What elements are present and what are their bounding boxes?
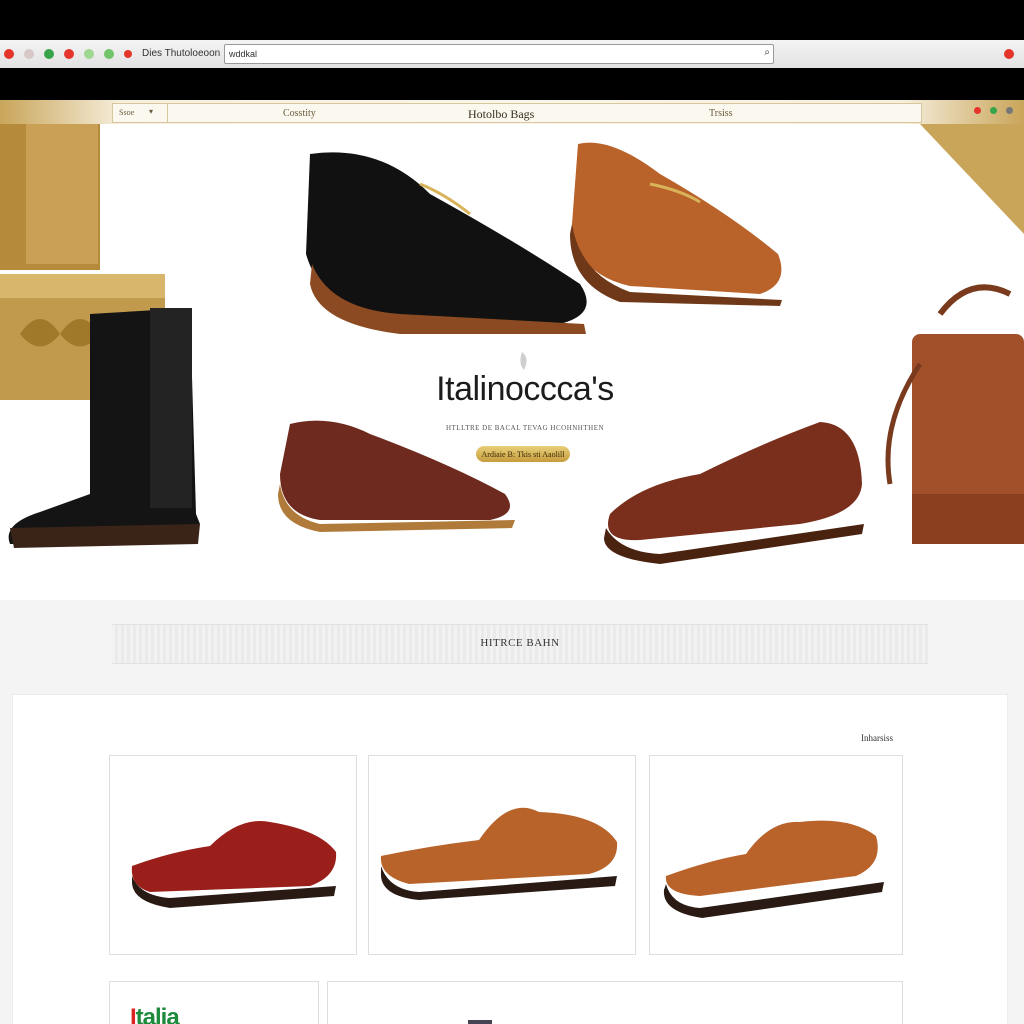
section-header: HITRCE BAHN xyxy=(112,624,928,664)
product-card[interactable] xyxy=(368,755,636,955)
web-page: Ssoe ▾ Cosstity Hotolbo Bags Trsiss Ital… xyxy=(0,100,1024,1024)
address-bar[interactable]: ⌕ xyxy=(224,44,774,64)
product-thumbnail xyxy=(468,1020,492,1024)
leather-handbag xyxy=(885,284,1024,544)
brand-name: Italinoccca's xyxy=(436,370,614,408)
site-nav-strip: Ssoe ▾ Cosstity Hotolbo Bags Trsiss xyxy=(0,100,1024,124)
tan-loafer-image xyxy=(380,807,618,900)
maximize-window-icon[interactable] xyxy=(44,49,54,59)
brand-tagline: HTLLTRE DE BACAL TEVAG HCOHNHTHEN xyxy=(445,424,605,432)
shop-now-button[interactable]: Ardiaie B: Tkis sti Aaolill xyxy=(476,446,570,462)
home-icon[interactable] xyxy=(124,50,132,58)
product-card[interactable] xyxy=(649,755,903,955)
black-band xyxy=(0,68,1024,100)
tan-loafer xyxy=(570,142,782,306)
nav-link-category[interactable]: Cosstity xyxy=(283,108,316,119)
cart-icon[interactable] xyxy=(1006,107,1013,114)
products-label[interactable]: Inharsiss xyxy=(861,733,893,743)
section-title: HITRCE BAHN xyxy=(480,637,560,649)
account-icon[interactable] xyxy=(990,107,997,114)
black-loafer xyxy=(306,152,587,334)
nav-divider xyxy=(167,104,168,122)
product-card[interactable] xyxy=(109,755,357,955)
back-icon[interactable] xyxy=(64,49,74,59)
nav-select[interactable]: Ssoe xyxy=(119,108,134,117)
tab-title[interactable]: Dies Thutoloeoon xyxy=(142,48,220,59)
menu-icon[interactable] xyxy=(1004,49,1014,59)
magnifier-icon[interactable]: ⌕ xyxy=(764,47,770,58)
top-black-bar xyxy=(0,0,1024,40)
brand-logo-card[interactable]: Italia xyxy=(109,981,319,1024)
minimize-window-icon[interactable] xyxy=(24,49,34,59)
gold-corner-decoration xyxy=(920,124,1024,234)
product-card[interactable] xyxy=(327,981,903,1024)
forward-icon[interactable] xyxy=(84,49,94,59)
mahogany-loafer xyxy=(604,422,864,564)
site-nav: Ssoe ▾ Cosstity Hotolbo Bags Trsiss xyxy=(112,103,922,123)
red-loafer-image xyxy=(131,821,337,908)
nav-link-right[interactable]: Trsiss xyxy=(709,108,733,119)
nav-link-bags[interactable]: Hotolbo Bags xyxy=(468,107,534,122)
brown-loafer xyxy=(278,420,515,532)
browser-toolbar: Dies Thutoloeoon ⌕ xyxy=(0,40,1024,69)
chevron-down-icon[interactable]: ▾ xyxy=(149,107,153,116)
product-grid: Inharsiss Italia xyxy=(12,694,1008,1024)
close-window-icon[interactable] xyxy=(4,49,14,59)
notification-icon[interactable] xyxy=(974,107,981,114)
url-input[interactable] xyxy=(229,47,749,61)
hero-banner: Italinoccca's HTLLTRE DE BACAL TEVAG HCO… xyxy=(0,124,1024,600)
brand-logo: Italia xyxy=(130,1004,180,1024)
caramel-loafer-image xyxy=(663,820,884,918)
reload-icon[interactable] xyxy=(104,49,114,59)
